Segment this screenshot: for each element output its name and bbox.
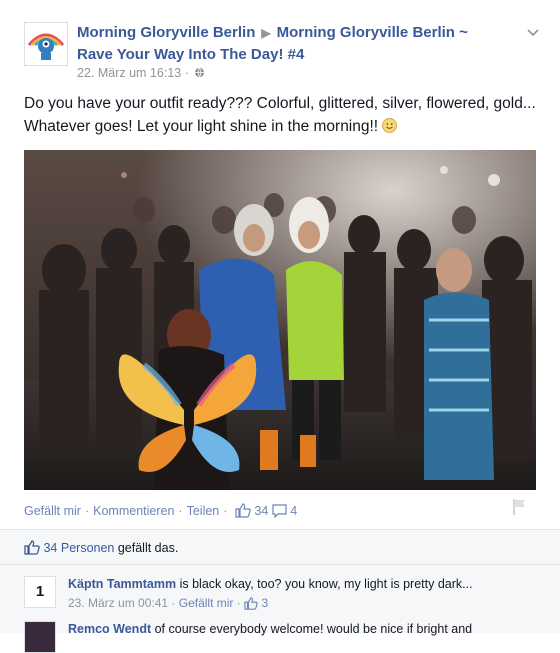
likes-summary: 34 Personen gefällt das.: [24, 540, 178, 555]
comment-meta: 23. März um 00:41 · Gefällt mir · 3: [68, 596, 269, 610]
thumbs-up-icon: [24, 540, 40, 555]
party-photo-image: [24, 150, 536, 490]
chevron-down-icon[interactable]: [526, 26, 540, 40]
post-body: Do you have your outfit ready??? Colorfu…: [24, 92, 544, 138]
comment-text: of course everybody welcome! would be ni…: [151, 622, 473, 636]
comment-time[interactable]: 23. März um 00:41: [68, 596, 168, 610]
post-actions: Gefällt mir · Kommentieren · Teilen · 34 4: [24, 503, 298, 518]
smiley-emoji-icon: [382, 118, 398, 133]
post-timestamp[interactable]: 22. März um 16:13: [77, 66, 181, 80]
morning-gloryville-logo-icon: [25, 23, 67, 65]
comment-author[interactable]: Remco Wendt: [68, 622, 151, 636]
post-photo[interactable]: [24, 150, 536, 490]
page-name-link[interactable]: Morning Gloryville Berlin: [77, 24, 255, 41]
comment-count[interactable]: 4: [290, 504, 297, 518]
page-avatar[interactable]: [24, 22, 68, 66]
flag-icon[interactable]: [511, 498, 527, 516]
commenter-avatar[interactable]: [24, 621, 56, 653]
thumbs-up-icon[interactable]: [235, 503, 251, 518]
like-button[interactable]: Gefällt mir: [24, 504, 81, 518]
post-header-title: Morning Gloryville Berlin ▶ Morning Gloryv…: [77, 22, 507, 66]
comment-button[interactable]: Kommentieren: [93, 504, 174, 518]
comment-like-button[interactable]: Gefällt mir: [179, 596, 234, 610]
share-button[interactable]: Teilen: [187, 504, 220, 518]
globe-icon[interactable]: [194, 67, 205, 78]
likers-link[interactable]: 34 Personen: [43, 541, 114, 555]
comment-text: is black okay, too? you know, my light i…: [176, 577, 473, 591]
triangle-right-icon: ▶: [261, 26, 271, 40]
thumbs-up-icon: [244, 597, 258, 610]
meta-separator: ·: [184, 66, 189, 80]
likes-suffix: gefällt das.: [114, 541, 179, 555]
comment-like-count[interactable]: 3: [261, 596, 268, 610]
post-text: Do you have your outfit ready??? Colorfu…: [24, 95, 536, 135]
post-meta: 22. März um 16:13 ·: [77, 66, 205, 80]
comment-bubble-icon[interactable]: [272, 504, 287, 518]
comment-author[interactable]: Käptn Tammtamm: [68, 577, 176, 591]
feed-post: Morning Gloryville Berlin ▶ Morning Gloryv…: [0, 0, 560, 653]
commenter-avatar[interactable]: 1: [24, 576, 56, 608]
like-count[interactable]: 34: [254, 504, 268, 518]
divider: [0, 564, 560, 565]
